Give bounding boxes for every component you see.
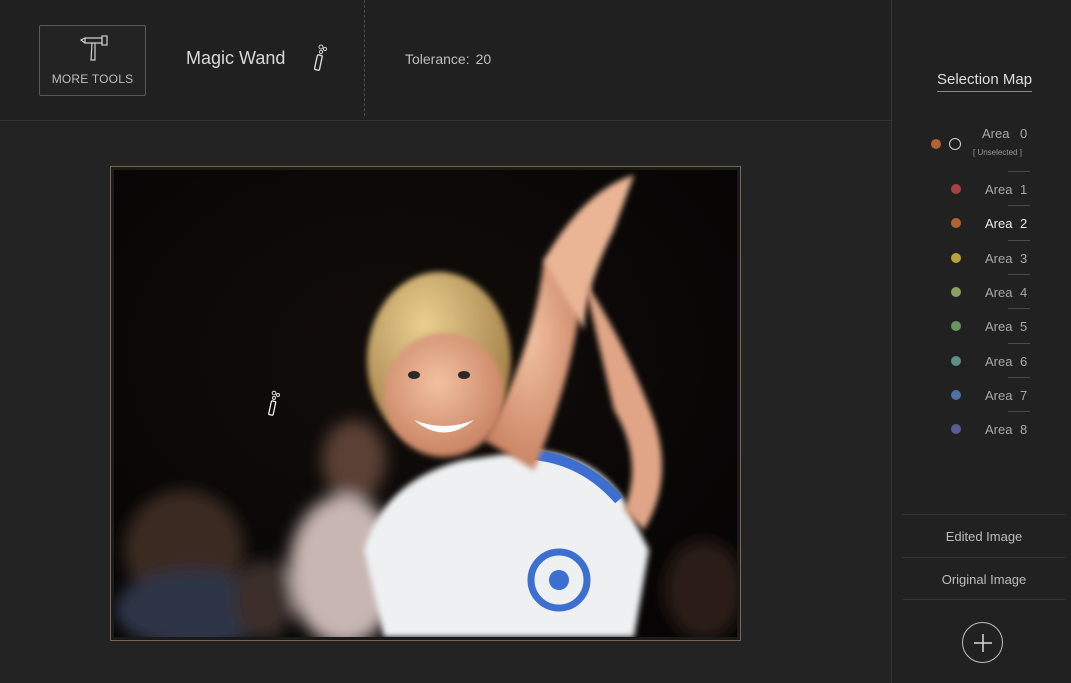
- selection-map-panel: Selection Map Area 0 [ Unselected ] Area…: [891, 0, 1071, 683]
- area-8-item[interactable]: Area 8: [892, 411, 1071, 445]
- area-separator: [1008, 308, 1030, 310]
- area-3-item[interactable]: Area 3: [892, 239, 1071, 274]
- area-8-color-dot: [951, 424, 961, 435]
- area-separator: [1008, 205, 1030, 207]
- area-0-number: 0: [1020, 126, 1028, 141]
- area-3-number: 3: [1020, 250, 1028, 266]
- toolbar-divider: [364, 0, 365, 116]
- area-7-color-dot: [951, 389, 961, 400]
- area-6-number: 6: [1020, 353, 1028, 369]
- area-6-color-dot: [951, 355, 961, 366]
- add-area-button[interactable]: [962, 622, 1003, 663]
- area-5-label: Area: [985, 319, 1013, 335]
- area-3-label: Area: [985, 250, 1013, 266]
- area-4-color-dot: [951, 286, 961, 297]
- photo[interactable]: [114, 170, 744, 650]
- area-4-item[interactable]: Area 4: [892, 273, 1071, 308]
- image-canvas[interactable]: [0, 122, 891, 683]
- plus-circle-icon: [974, 634, 992, 652]
- area-separator: [1008, 239, 1030, 241]
- tolerance-label: Tolerance:: [405, 51, 470, 67]
- area-8-label: Area: [985, 422, 1013, 438]
- edited-image-button[interactable]: Edited Image: [902, 514, 1066, 557]
- area-6-label: Area: [985, 353, 1013, 369]
- area-0-color-dot: [931, 139, 941, 149]
- area-7-number: 7: [1020, 387, 1028, 403]
- tolerance-value[interactable]: 20: [476, 51, 492, 67]
- area-4-label: Area: [985, 284, 1013, 300]
- area-0-label: Area: [982, 126, 1010, 141]
- top-toolbar: MORE TOOLS Magic Wand Tolerance: 20: [0, 0, 891, 121]
- area-0-item[interactable]: Area 0 [ Unselected ]: [892, 124, 1071, 164]
- area-8-number: 8: [1020, 422, 1028, 438]
- area-separator: [1008, 171, 1030, 172]
- selection-map-title: Selection Map: [937, 71, 1033, 92]
- area-4-number: 4: [1020, 284, 1028, 300]
- area-1-color-dot: [951, 184, 961, 194]
- area-1-number: 1: [1020, 182, 1028, 197]
- area-5-item[interactable]: Area 5: [892, 308, 1071, 342]
- area-2-number: 2: [1020, 216, 1028, 232]
- area-5-number: 5: [1020, 319, 1028, 335]
- area-7-item[interactable]: Area 7: [892, 376, 1071, 411]
- original-image-button[interactable]: Original Image: [902, 557, 1066, 600]
- more-tools-label: MORE TOOLS: [51, 72, 134, 86]
- area-1-item[interactable]: Area 1: [892, 171, 1071, 205]
- unselected-circle-icon: [949, 138, 961, 150]
- magic-wand-icon: [313, 44, 328, 71]
- area-1-label: Area: [985, 182, 1013, 197]
- area-6-item[interactable]: Area 6: [892, 342, 1071, 377]
- area-7-label: Area: [985, 387, 1013, 403]
- area-separator: [1008, 376, 1030, 378]
- tolerance-control[interactable]: Tolerance: 20: [405, 51, 491, 67]
- area-2-item[interactable]: Area 2: [892, 205, 1071, 239]
- area-2-color-dot: [951, 218, 961, 229]
- tool-name: Magic Wand: [186, 48, 286, 68]
- area-separator: [1008, 273, 1030, 275]
- area-0-sublabel: [ Unselected ]: [973, 148, 1022, 157]
- hammer-icon: [80, 35, 108, 61]
- area-separator: [1008, 411, 1030, 413]
- area-2-label: Area: [985, 216, 1013, 232]
- area-3-color-dot: [951, 252, 961, 263]
- photo-frame: [110, 166, 744, 650]
- area-separator: [1008, 342, 1030, 344]
- area-5-color-dot: [951, 321, 961, 332]
- more-tools-button[interactable]: MORE TOOLS: [39, 25, 146, 96]
- magic-wand-cursor-icon: [268, 390, 280, 416]
